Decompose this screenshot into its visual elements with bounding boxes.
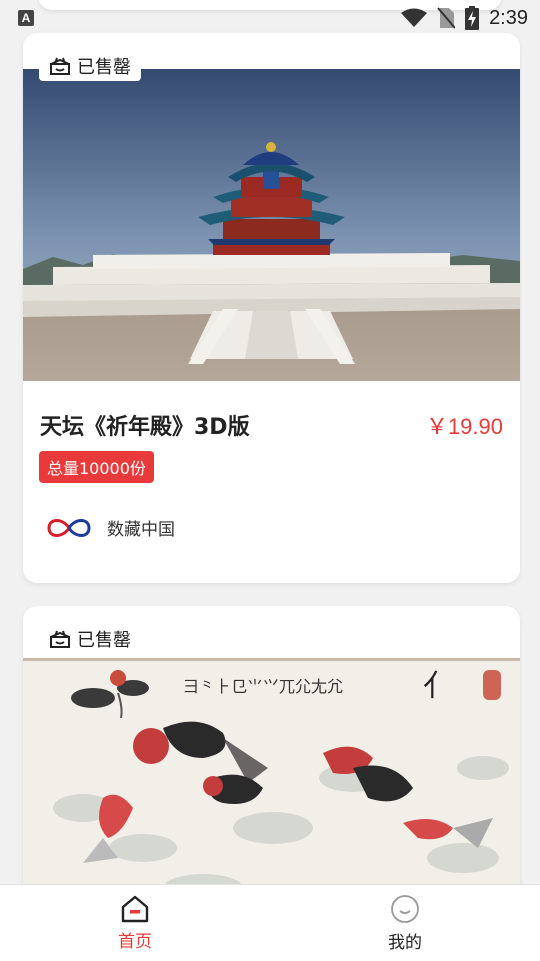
tab-mine[interactable]: 我的 bbox=[270, 885, 540, 961]
no-sim-icon bbox=[437, 7, 456, 29]
home-icon bbox=[121, 895, 149, 922]
sold-out-label: 已售罄 bbox=[77, 57, 131, 78]
product-price: ￥19.90 bbox=[425, 414, 503, 439]
notification-icon: A bbox=[18, 10, 34, 26]
sold-out-icon bbox=[50, 57, 70, 75]
svg-text:⺕⺀⺊⺋⺌⺍⺎⺏⺐⺑: ⺕⺀⺊⺋⺌⺍⺎⺏⺐⺑ bbox=[183, 677, 343, 696]
product-card[interactable]: 已售罄 ⺕⺀⺊⺋⺌⺍⺎⺏⺐⺑ ⺅ bbox=[23, 606, 520, 906]
brand-row[interactable]: 数藏中国 bbox=[47, 515, 175, 540]
tab-mine-label: 我的 bbox=[388, 932, 422, 953]
sold-out-label: 已售罄 bbox=[77, 630, 131, 651]
sold-out-badge: 已售罄 bbox=[39, 51, 141, 81]
bottom-tab-bar: 首页 我的 bbox=[0, 884, 540, 961]
product-title: 天坛《祈年殿》3D版 bbox=[40, 415, 250, 440]
status-bar: A 2:39 bbox=[0, 0, 540, 36]
battery-charging-icon bbox=[465, 6, 480, 30]
infinity-logo-icon bbox=[47, 518, 91, 537]
goldfish-painting-image[interactable]: ⺕⺀⺊⺋⺌⺍⺎⺏⺐⺑ ⺅ bbox=[23, 658, 520, 906]
total-quantity-badge: 总量10000份 bbox=[39, 451, 154, 483]
brand-name: 数藏中国 bbox=[107, 520, 175, 540]
svg-text:⺅: ⺅ bbox=[423, 669, 453, 704]
tab-home-label: 首页 bbox=[118, 931, 152, 952]
sold-out-icon bbox=[50, 630, 70, 648]
smile-profile-icon bbox=[391, 894, 419, 923]
tab-home[interactable]: 首页 bbox=[0, 885, 270, 961]
sold-out-badge: 已售罄 bbox=[39, 624, 141, 654]
temple-of-heaven-image[interactable] bbox=[23, 69, 520, 381]
clock: 2:39 bbox=[489, 6, 528, 29]
product-card[interactable]: 已售罄 天坛《祈年殿》3D版 ￥19.90 总量10000份 数藏中国 bbox=[23, 33, 520, 583]
wifi-icon bbox=[401, 8, 428, 27]
